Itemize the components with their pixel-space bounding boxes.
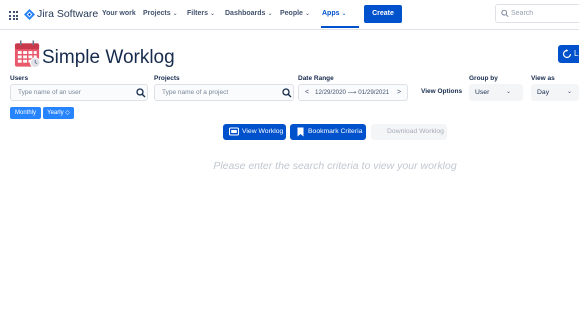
nav-apps[interactable]: Apps ⌄ (322, 10, 347, 17)
chevron-down-icon: ⌄ (267, 11, 273, 17)
group-by-select[interactable]: User ⌄ (469, 84, 523, 101)
nav-apps-label: Apps (322, 10, 340, 17)
nav-your-work-label: Your work (102, 10, 136, 17)
monitor-icon (229, 127, 239, 136)
corner-button-label: L (574, 49, 579, 58)
projects-input[interactable] (162, 87, 277, 98)
view-as-label: View as (531, 75, 555, 82)
group-by-label: Group by (469, 75, 498, 82)
corner-action-button[interactable]: L (558, 45, 579, 63)
date-range-picker[interactable]: < 12/29/2020 ⟶ 01/29/2021 > (298, 84, 408, 101)
nav-dashboards-label: Dashboards (225, 10, 266, 17)
users-field[interactable] (10, 84, 148, 101)
empty-state-message: Please enter the search criteria to view… (213, 160, 457, 172)
view-as-value: Day (537, 89, 550, 96)
jira-logo-icon[interactable] (24, 9, 35, 20)
view-worklog-label: View Worklog (242, 128, 284, 135)
search-icon (501, 9, 509, 18)
yearly-button[interactable]: Yearly ◇ (43, 107, 74, 119)
global-search[interactable] (495, 4, 579, 23)
download-worklog-button[interactable]: Download Worklog (371, 124, 447, 140)
next-period-icon[interactable]: > (397, 85, 401, 100)
users-label: Users (10, 75, 29, 82)
chevron-down-icon: ⌄ (210, 11, 216, 17)
search-input[interactable] (511, 7, 577, 20)
chevron-down-icon: ⌄ (172, 11, 178, 17)
nav-dashboards[interactable]: Dashboards ⌄ (225, 10, 273, 17)
active-nav-indicator (321, 26, 359, 28)
chevron-down-icon: ⌄ (506, 89, 512, 95)
bookmark-icon (297, 127, 304, 137)
bookmark-criteria-button[interactable]: Bookmark Criteria (290, 124, 366, 140)
chevron-down-icon: ⌄ (304, 11, 310, 17)
date-range-label: Date Range (298, 75, 334, 82)
projects-label: Projects (154, 75, 180, 82)
create-button[interactable]: Create (364, 5, 402, 23)
nav-projects-label: Projects (143, 10, 171, 17)
previous-period-icon[interactable]: < (305, 85, 309, 100)
monthly-button[interactable]: Monthly (10, 107, 41, 119)
nav-projects[interactable]: Projects ⌄ (143, 10, 178, 17)
app-switcher-icon[interactable] (9, 11, 18, 20)
refresh-icon (562, 49, 572, 59)
group-by-value: User (475, 89, 490, 96)
view-as-select[interactable]: Day ⌄ (531, 84, 579, 101)
view-worklog-button[interactable]: View Worklog (223, 124, 286, 140)
chevron-down-icon: ⌄ (567, 89, 573, 95)
product-name[interactable]: Jira Software (37, 8, 98, 20)
view-options-link[interactable]: View Options (421, 88, 462, 95)
nav-people-label: People (280, 10, 303, 17)
users-input[interactable] (18, 87, 133, 98)
search-icon (136, 88, 146, 98)
projects-field[interactable] (154, 84, 294, 101)
search-icon (282, 88, 292, 98)
date-range-value: 12/29/2020 ⟶ 01/29/2021 (315, 89, 390, 96)
nav-your-work[interactable]: Your work (102, 10, 136, 17)
chevron-down-icon: ⌄ (341, 11, 347, 17)
calendar-logo-icon (14, 40, 41, 69)
nav-filters[interactable]: Filters ⌄ (187, 10, 215, 17)
page-title: Simple Worklog (42, 47, 175, 68)
bookmark-criteria-label: Bookmark Criteria (308, 128, 363, 135)
top-navigation: Jira Software Your work Projects ⌄ Filter… (0, 0, 579, 30)
nav-filters-label: Filters (187, 10, 209, 17)
nav-people[interactable]: People ⌄ (280, 10, 310, 17)
download-worklog-label: Download Worklog (387, 128, 444, 135)
